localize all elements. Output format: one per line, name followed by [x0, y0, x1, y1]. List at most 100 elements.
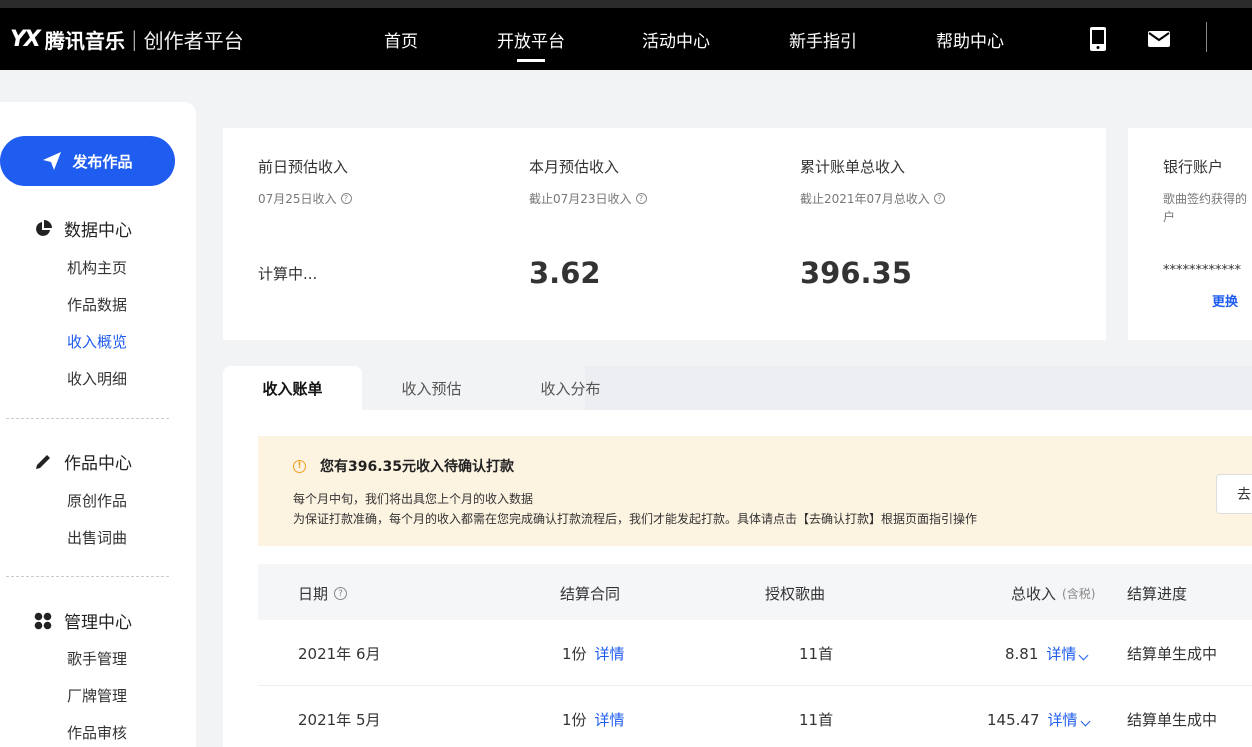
bank-account-number: ************ — [1163, 263, 1241, 278]
warning-icon: ! — [293, 459, 306, 473]
sidebar-item-income-overview[interactable]: 收入概览 — [67, 331, 127, 352]
column-date: 日期? — [298, 583, 348, 604]
tab-income-bill[interactable]: 收入账单 — [223, 366, 362, 411]
stat-value: 计算中... — [258, 265, 318, 283]
publish-work-label: 发布作品 — [72, 152, 133, 171]
sidebar: 发布作品 数据中心 机构主页 作品数据 收入概览 收入明细 作品中心 原创作品 … — [0, 102, 196, 747]
row-contract: 1份 详情 — [562, 709, 625, 730]
confirm-payment-button[interactable]: 去 — [1216, 474, 1252, 514]
bank-account-desc-cont: 户 — [1163, 210, 1176, 224]
row-total: 145.47 详情 — [987, 709, 1090, 730]
total-detail-link[interactable]: 详情 — [1046, 643, 1089, 664]
row-total: 8.81 详情 — [1005, 643, 1089, 664]
grid-icon — [34, 612, 52, 629]
section-management-center-title: 管理中心 — [64, 613, 132, 633]
income-tabs: 收入账单 收入预估 收入分布 — [223, 366, 1252, 411]
stat-subtitle: 截止2021年07月总收入? — [800, 190, 945, 207]
nav-help-center[interactable]: 帮助中心 — [936, 27, 1004, 52]
sidebar-item-org-home[interactable]: 机构主页 — [67, 257, 127, 278]
phone-icon[interactable] — [1085, 26, 1111, 52]
row-contract: 1份 详情 — [562, 643, 625, 664]
logo[interactable]: YX 腾讯音乐 | 创作者平台 — [10, 25, 244, 53]
mail-icon[interactable] — [1146, 26, 1172, 52]
column-date-label: 日期 — [298, 585, 329, 603]
top-navigation-bar: YX 腾讯音乐 | 创作者平台 首页 开放平台 活动中心 新手指引 帮助中心 — [0, 8, 1252, 70]
tab-income-distribution[interactable]: 收入分布 — [501, 366, 640, 411]
column-total-note: (含税) — [1062, 587, 1096, 601]
notice-title: ! 您有396.35元收入待确认打款 — [293, 456, 514, 476]
section-work-center-title: 作品中心 — [64, 454, 132, 474]
sidebar-item-work-review[interactable]: 作品审核 — [67, 722, 127, 743]
stat-value: 3.62 — [529, 256, 601, 290]
nav-activity-center[interactable]: 活动中心 — [642, 27, 710, 52]
row-total-value: 8.81 — [1005, 644, 1039, 663]
total-detail-label: 详情 — [1047, 711, 1078, 729]
table-row: 2021年 5月 1份 详情 11首 145.47 详情 结算单生成中 — [258, 686, 1252, 747]
contract-detail-link[interactable]: 详情 — [595, 709, 625, 730]
row-total-value: 145.47 — [987, 710, 1040, 729]
logo-subtitle: 创作者平台 — [143, 28, 244, 53]
help-icon[interactable]: ? — [933, 193, 945, 204]
sidebar-item-sell-songs[interactable]: 出售词曲 — [67, 527, 127, 548]
help-icon[interactable]: ? — [334, 587, 348, 600]
help-icon[interactable]: ? — [635, 193, 647, 204]
row-date: 2021年 5月 — [298, 711, 381, 729]
column-contract: 结算合同 — [560, 585, 621, 603]
notice-line-1: 每个月中旬，我们将出具您上个月的收入数据 — [293, 492, 534, 506]
table-header: 日期? 结算合同 授权歌曲 总收入 (含税) 结算进度 — [258, 564, 1252, 620]
publish-work-button[interactable]: 发布作品 — [0, 136, 175, 186]
nav-home[interactable]: 首页 — [384, 27, 418, 52]
pending-payment-notice: ! 您有396.35元收入待确认打款 每个月中旬，我们将出具您上个月的收入数据 … — [258, 436, 1252, 546]
bank-account-card: 银行账户 歌曲签约获得的 户 ************ 更换 — [1128, 128, 1252, 340]
nav-beginner-guide[interactable]: 新手指引 — [789, 27, 857, 52]
change-bank-link[interactable]: 更换 — [1212, 291, 1238, 310]
row-contract-count: 1份 — [562, 645, 587, 663]
bank-account-desc: 歌曲签约获得的 — [1163, 192, 1248, 206]
sidebar-item-income-detail[interactable]: 收入明细 — [67, 368, 127, 389]
income-stats-card: 前日预估收入 07月25日收入? 计算中... 本月预估收入 截止07月23日收… — [223, 128, 1106, 340]
stat-subtitle-text: 07月25日收入 — [258, 192, 337, 206]
row-date: 2021年 6月 — [298, 645, 381, 663]
stat-subtitle: 截止07月23日收入? — [529, 190, 647, 207]
column-progress: 结算进度 — [1127, 585, 1188, 603]
column-total-label: 总收入 — [1011, 585, 1057, 603]
notice-title-text: 您有396.35元收入待确认打款 — [320, 459, 515, 475]
window-top-strip — [0, 0, 1252, 8]
tabs-track — [585, 366, 1252, 411]
nav-open-platform[interactable]: 开放平台 — [497, 27, 565, 52]
notice-line-2: 为保证打款准确，每个月的收入都需在您完成确认打款流程后，我们才能发起打款。具体请… — [293, 512, 978, 526]
chevron-down-icon — [1080, 716, 1090, 727]
sidebar-item-singer-management[interactable]: 歌手管理 — [67, 648, 127, 669]
stat-subtitle-text: 截止2021年07月总收入 — [800, 192, 930, 206]
row-contract-count: 1份 — [562, 711, 587, 729]
logo-separator: | — [130, 27, 138, 51]
pencil-icon — [36, 454, 50, 469]
section-data-center[interactable]: 数据中心 — [34, 216, 132, 241]
logo-mark: YX — [10, 26, 41, 52]
section-work-center[interactable]: 作品中心 — [34, 449, 132, 474]
bank-account-title: 银行账户 — [1163, 158, 1224, 176]
sidebar-item-work-data[interactable]: 作品数据 — [67, 294, 127, 315]
table-row: 2021年 6月 1份 详情 11首 8.81 详情 结算单生成中 — [258, 620, 1252, 686]
stat-subtitle: 07月25日收入? — [258, 190, 352, 207]
column-songs: 授权歌曲 — [765, 585, 826, 603]
tab-income-estimate[interactable]: 收入预估 — [362, 366, 501, 411]
top-divider — [1206, 22, 1207, 52]
row-progress: 结算单生成中 — [1127, 645, 1218, 663]
confirm-payment-label: 去 — [1237, 487, 1251, 503]
sidebar-divider — [6, 576, 169, 577]
stat-title: 累计账单总收入 — [800, 158, 906, 176]
income-bill-panel: ! 您有396.35元收入待确认打款 每个月中旬，我们将出具您上个月的收入数据 … — [223, 410, 1252, 747]
section-management-center[interactable]: 管理中心 — [34, 608, 132, 633]
contract-detail-link[interactable]: 详情 — [595, 643, 625, 664]
column-total: 总收入 (含税) — [1011, 583, 1095, 604]
stat-title: 前日预估收入 — [258, 158, 349, 176]
total-detail-link[interactable]: 详情 — [1047, 709, 1090, 730]
stat-subtitle-text: 截止07月23日收入 — [529, 192, 632, 206]
total-detail-label: 详情 — [1046, 645, 1077, 663]
sidebar-item-label-management[interactable]: 厂牌管理 — [67, 685, 127, 706]
sidebar-item-original-works[interactable]: 原创作品 — [67, 490, 127, 511]
send-icon — [43, 152, 62, 170]
help-icon[interactable]: ? — [340, 193, 352, 204]
row-songs: 11首 — [799, 711, 834, 729]
